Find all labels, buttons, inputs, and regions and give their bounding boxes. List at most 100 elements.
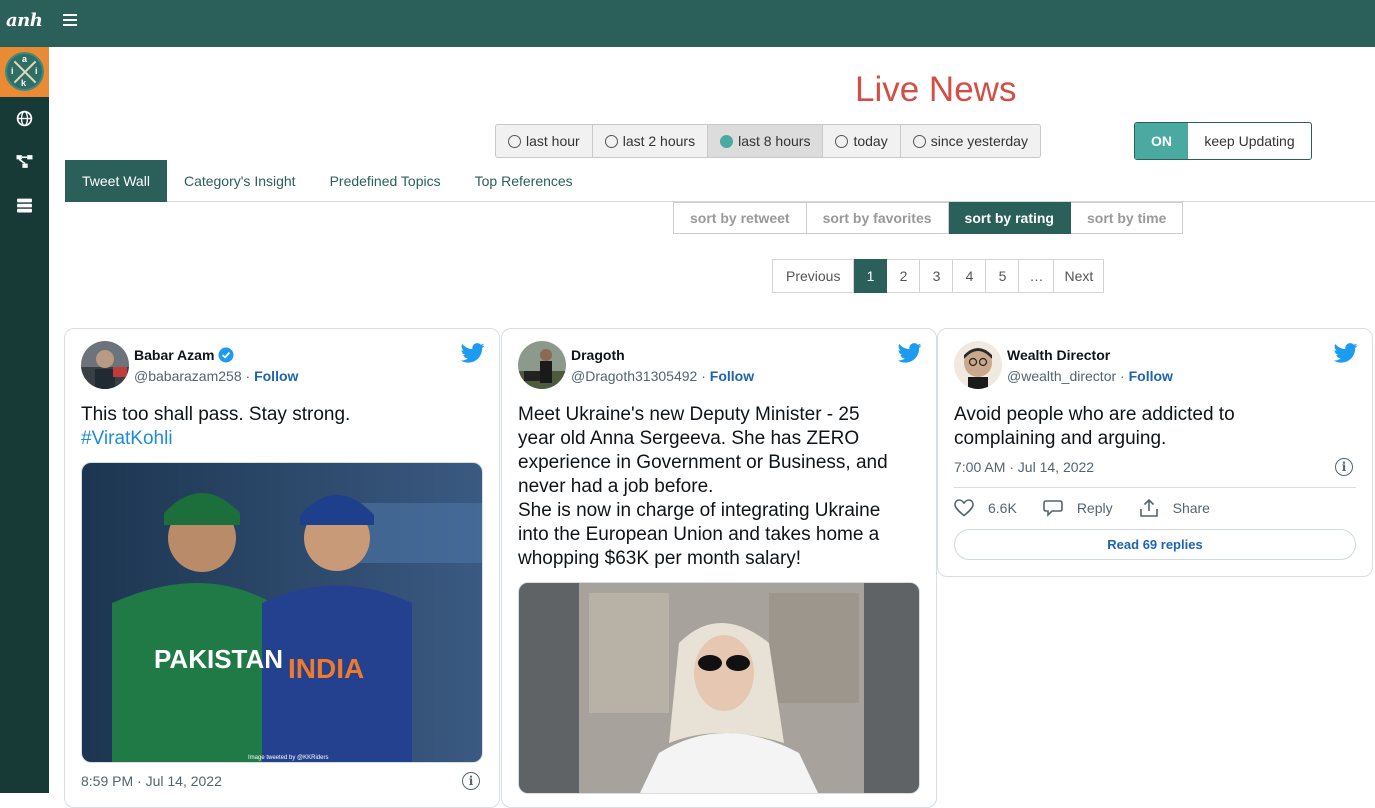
tweet-card: Wealth Director @wealth_director · Follo… <box>937 328 1373 577</box>
next-page-button[interactable]: Next <box>1054 259 1105 293</box>
share-button[interactable]: Share <box>1139 499 1210 517</box>
like-button[interactable]: 6.6K <box>954 499 1017 517</box>
toggle-label: keep Updating <box>1204 133 1295 149</box>
tweet-text-line: She is now in charge of integrating Ukra… <box>518 500 881 521</box>
tweet-text-line: Avoid people who are addicted to <box>954 404 1235 425</box>
twitter-bird-icon[interactable] <box>898 343 922 363</box>
info-icon[interactable]: i <box>462 772 480 790</box>
author-name: Dragoth <box>571 347 625 363</box>
twitter-bird-icon[interactable] <box>1334 343 1358 363</box>
tweet-card: Babar Azam @babarazam258 · Follow This t… <box>64 328 500 808</box>
page-button-1[interactable]: 1 <box>854 259 888 293</box>
logo-letter: a <box>22 54 28 64</box>
tab-tweet-wall[interactable]: Tweet Wall <box>65 160 167 202</box>
page-button-4[interactable]: 4 <box>953 259 987 293</box>
tweet-media-image[interactable] <box>518 582 920 794</box>
tweet-text-line: This too shall pass. Stay strong. <box>81 404 351 425</box>
tweet-text-line: into the European Union and takes home a <box>518 524 880 545</box>
radio-icon <box>508 134 521 148</box>
hashtag-link[interactable]: #ViratKohli <box>81 427 350 451</box>
tab-bar: Tweet Wall Category's Insight Predefined… <box>65 160 1375 202</box>
follow-button[interactable]: Follow <box>254 368 298 384</box>
logo-letter: i <box>11 66 14 76</box>
app-logo[interactable]: a i i k <box>0 47 49 97</box>
logo-letter: k <box>21 78 27 88</box>
divider <box>954 487 1356 488</box>
tweet-handle: @Dragoth31305492 · Follow <box>571 368 755 384</box>
page-ellipsis: … <box>1019 259 1055 293</box>
tweet-handle: @babarazam258 · Follow <box>134 368 299 384</box>
tweet-text-line: complaining and arguing. <box>954 428 1167 449</box>
time-filter-label: last 2 hours <box>622 133 696 149</box>
tweet-media-image[interactable]: PAKISTAN INDIA Image tweeted by @KKRider… <box>81 462 483 763</box>
time-filter-group: last hour last 2 hours last 8 hours toda… <box>495 124 1041 158</box>
time-filter-label: since yesterday <box>930 133 1028 149</box>
time-filter-since-yesterday[interactable]: since yesterday <box>900 124 1041 158</box>
time-filter-last-8-hours[interactable]: last 8 hours <box>708 124 824 158</box>
handle-text[interactable]: @wealth_director <box>1007 368 1116 384</box>
media-caption: Image tweeted by @KKRiders <box>248 755 328 761</box>
hamburger-menu-icon[interactable] <box>63 14 77 28</box>
tweet-handle: @wealth_director · Follow <box>1007 368 1173 384</box>
handle-text[interactable]: @Dragoth31305492 <box>571 368 697 384</box>
sort-by-rating-button[interactable]: sort by rating <box>948 202 1071 234</box>
radio-selected-icon <box>720 134 734 148</box>
tab-top-references[interactable]: Top References <box>458 160 590 202</box>
follow-button[interactable]: Follow <box>710 368 754 384</box>
network-icon[interactable] <box>16 153 33 170</box>
time-filter-label: last 8 hours <box>738 133 811 149</box>
toggle-state[interactable]: ON <box>1135 123 1188 159</box>
time-filter-last-2-hours[interactable]: last 2 hours <box>592 124 709 158</box>
handle-text[interactable]: @babarazam258 <box>134 368 242 384</box>
sort-by-favorites-button[interactable]: sort by favorites <box>806 202 949 234</box>
sort-by-time-button[interactable]: sort by time <box>1071 202 1184 234</box>
page-button-3[interactable]: 3 <box>920 259 954 293</box>
author-name: Wealth Director <box>1007 347 1111 363</box>
jersey-text-pakistan: PAKISTAN <box>154 644 283 674</box>
top-bar: anh <box>0 0 1375 47</box>
tweet-timestamp[interactable]: 7:00 AM · Jul 14, 2022 <box>954 459 1094 475</box>
verified-badge-icon <box>218 347 234 363</box>
avatar[interactable] <box>81 341 129 389</box>
server-icon[interactable] <box>16 197 33 214</box>
jersey-text-india: INDIA <box>288 653 364 684</box>
reply-button[interactable]: Reply <box>1043 499 1113 517</box>
pagination: Previous 1 2 3 4 5 … Next <box>772 259 1105 293</box>
tweet-text: Avoid people who are addicted to complai… <box>954 403 1235 451</box>
radio-icon <box>604 134 618 148</box>
author-name: Babar Azam <box>134 347 215 363</box>
heart-icon <box>954 499 974 517</box>
tweet-text-line: Meet Ukraine's new Deputy Minister - 25 <box>518 404 860 425</box>
share-icon <box>1139 499 1158 517</box>
avatar[interactable] <box>518 341 566 389</box>
page-button-5[interactable]: 5 <box>986 259 1020 293</box>
tweet-author[interactable]: Wealth Director <box>1007 347 1110 363</box>
radio-icon <box>835 134 849 148</box>
tweet-author[interactable]: Dragoth <box>571 347 625 363</box>
previous-page-button[interactable]: Previous <box>772 259 855 293</box>
time-filter-label: today <box>853 133 888 149</box>
avatar[interactable] <box>954 341 1002 389</box>
sidebar: a i i k <box>0 47 49 793</box>
tab-predefined-topics[interactable]: Predefined Topics <box>313 160 458 202</box>
tab-category-insight[interactable]: Category's Insight <box>167 160 313 202</box>
brand-logo[interactable]: anh <box>6 10 43 31</box>
tweet-author[interactable]: Babar Azam <box>134 347 234 363</box>
time-filter-today[interactable]: today <box>823 124 901 158</box>
globe-icon[interactable] <box>16 110 33 127</box>
read-replies-button[interactable]: Read 69 replies <box>954 529 1356 560</box>
follow-button[interactable]: Follow <box>1129 368 1173 384</box>
page-button-2[interactable]: 2 <box>887 259 921 293</box>
tweet-card: Dragoth @Dragoth31305492 · Follow Meet U… <box>501 328 937 808</box>
time-filter-label: last hour <box>526 133 580 149</box>
time-filter-last-hour[interactable]: last hour <box>495 124 593 158</box>
share-label: Share <box>1172 500 1210 516</box>
keep-updating-toggle[interactable]: ON keep Updating <box>1134 122 1312 160</box>
sort-by-retweet-button[interactable]: sort by retweet <box>673 202 807 234</box>
like-count: 6.6K <box>988 500 1017 516</box>
twitter-bird-icon[interactable] <box>461 343 485 363</box>
tweet-text: This too shall pass. Stay strong. #Virat… <box>81 403 350 451</box>
info-icon[interactable]: i <box>1335 458 1353 476</box>
tweet-timestamp[interactable]: 8:59 PM · Jul 14, 2022 <box>81 773 222 789</box>
reply-label: Reply <box>1076 500 1113 516</box>
